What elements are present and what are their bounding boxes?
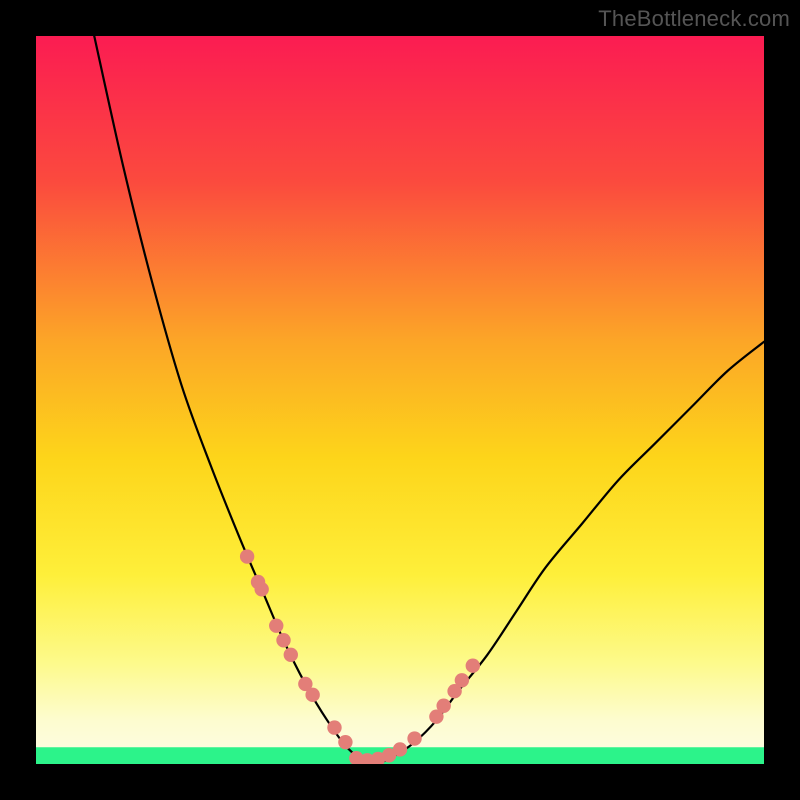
data-marker: [254, 582, 268, 596]
data-marker: [276, 633, 290, 647]
data-marker: [327, 720, 341, 734]
gradient-bg: [36, 36, 764, 764]
data-marker: [269, 618, 283, 632]
chart-svg: [36, 36, 764, 764]
data-marker: [393, 742, 407, 756]
data-marker: [305, 688, 319, 702]
data-marker: [284, 648, 298, 662]
outer-frame: TheBottleneck.com: [0, 0, 800, 800]
data-marker: [338, 735, 352, 749]
data-marker: [466, 659, 480, 673]
watermark-text: TheBottleneck.com: [598, 6, 790, 32]
plot-area: [36, 36, 764, 764]
data-marker: [240, 549, 254, 563]
data-marker: [455, 673, 469, 687]
data-marker: [436, 699, 450, 713]
data-marker: [407, 731, 421, 745]
